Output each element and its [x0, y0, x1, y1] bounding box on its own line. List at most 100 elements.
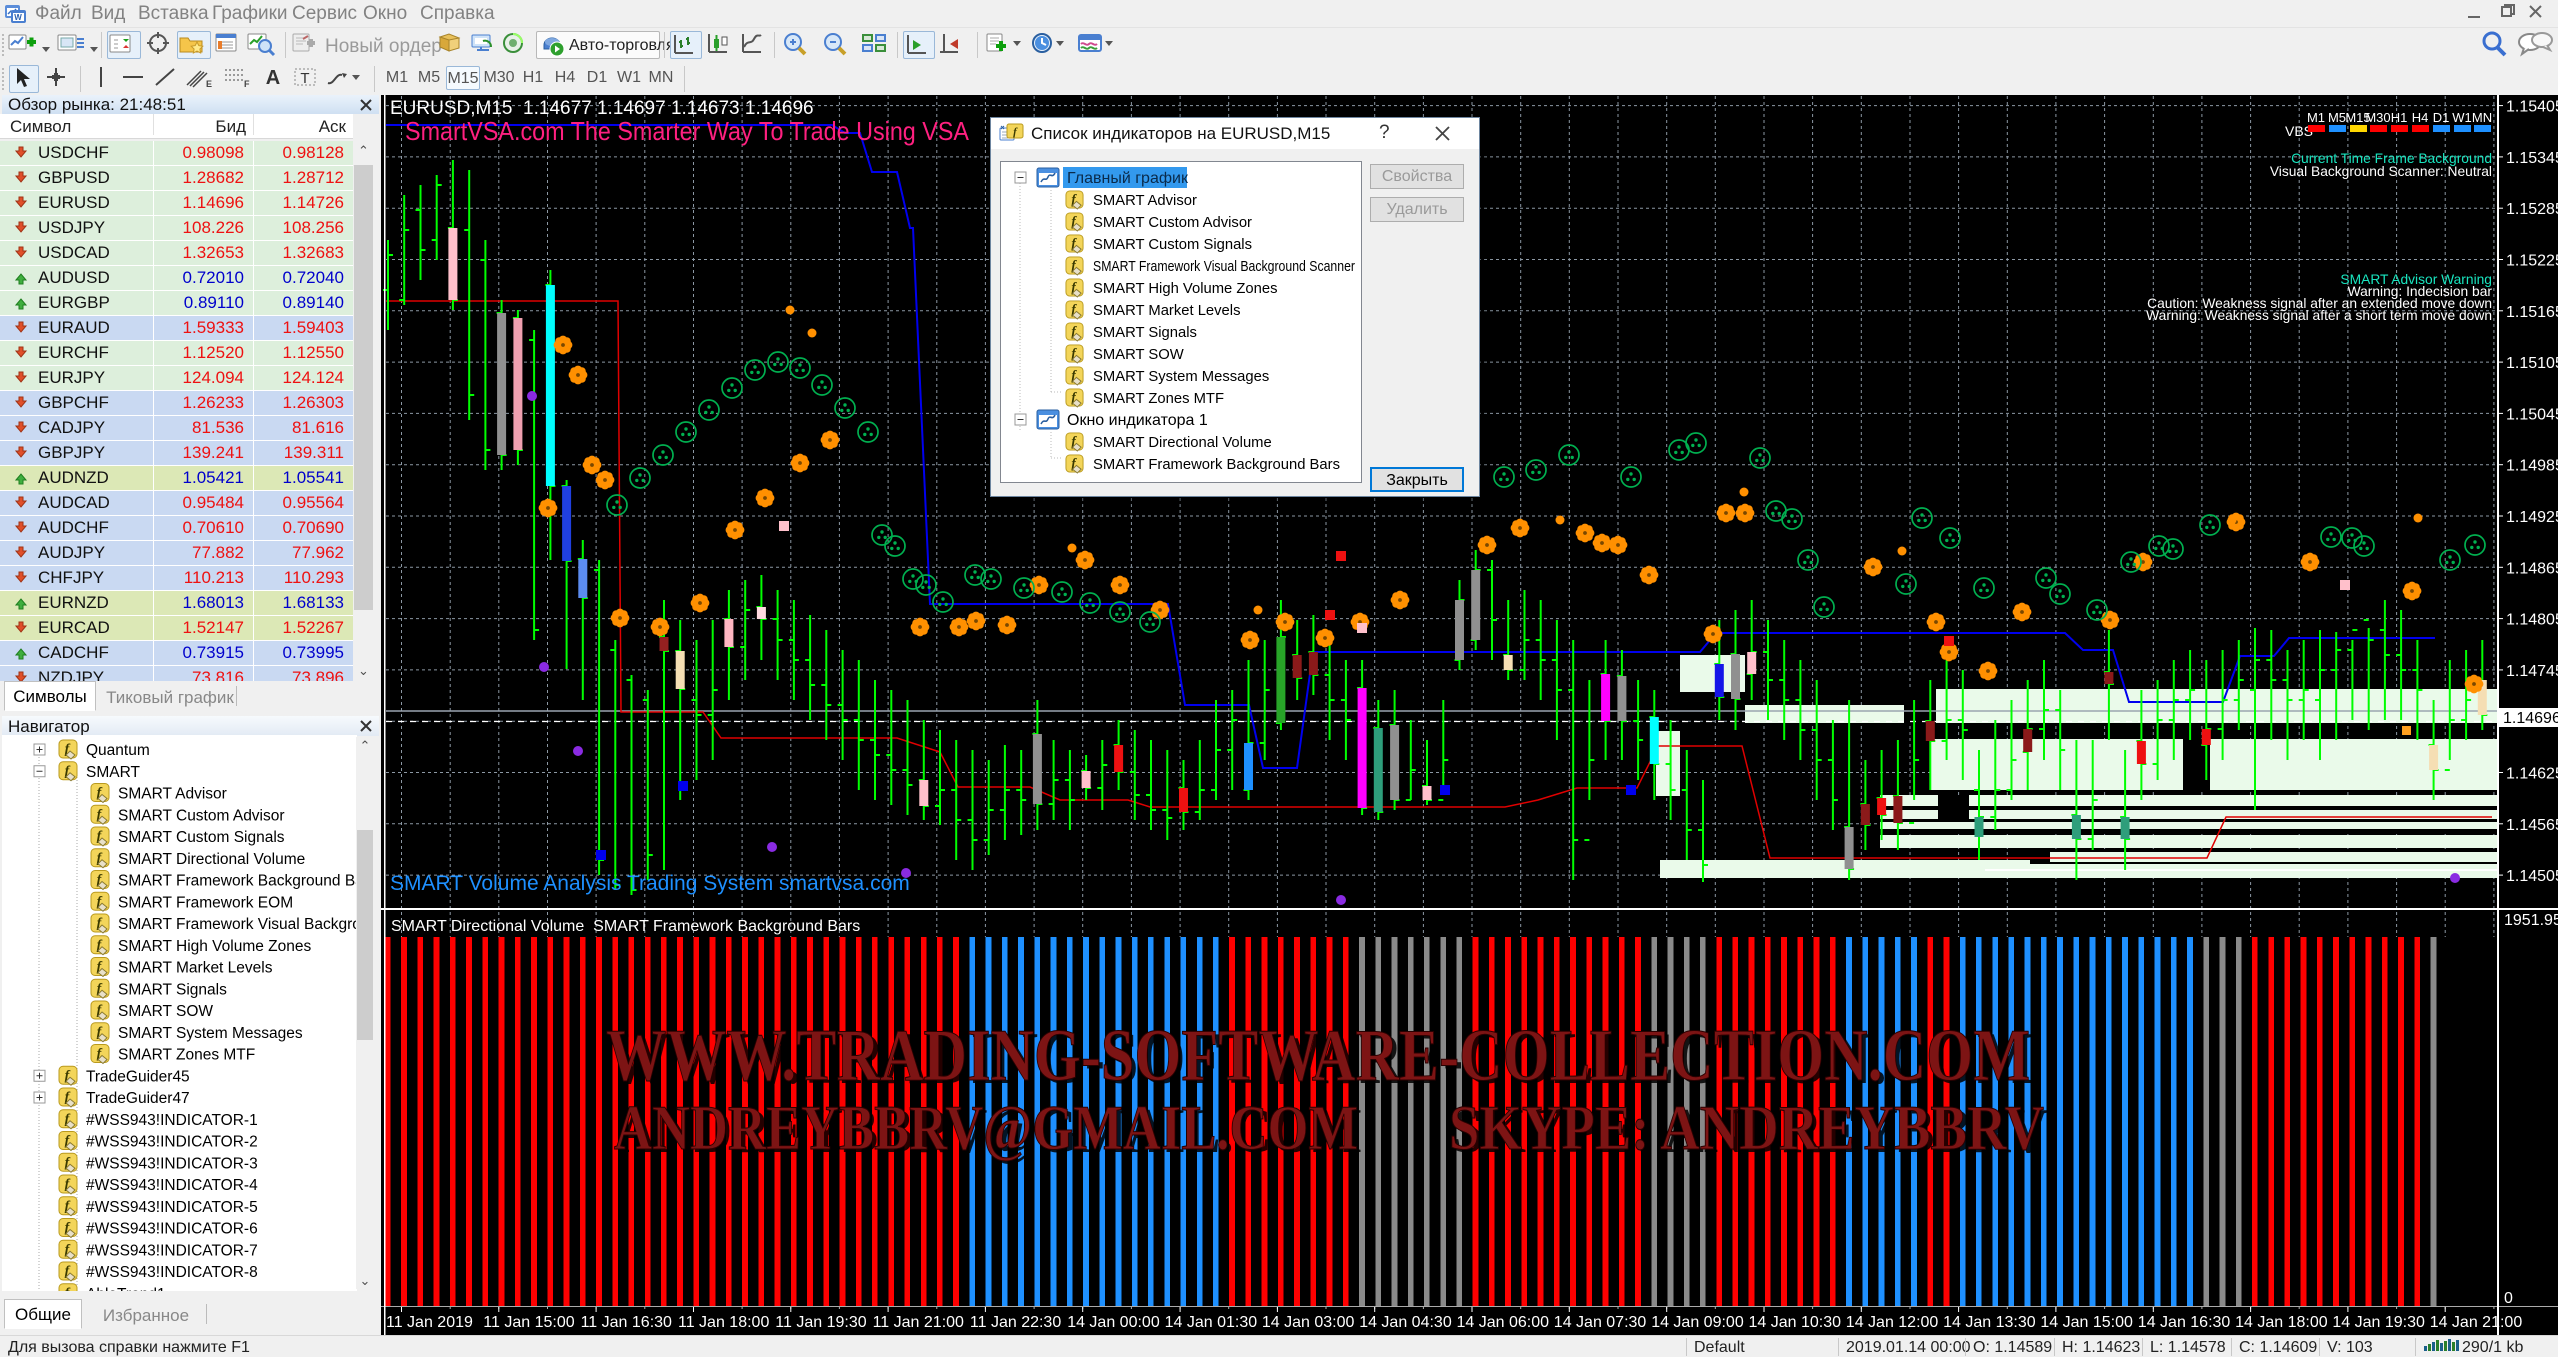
svg-text:SMART Signals: SMART Signals [118, 981, 227, 998]
svg-text:14 Jan 10:30: 14 Jan 10:30 [1749, 1314, 1842, 1331]
svg-text:1.14696: 1.14696 [2503, 710, 2558, 727]
svg-text:1.14865: 1.14865 [2506, 560, 2558, 577]
svg-text:SMART Custom Advisor: SMART Custom Advisor [1093, 215, 1252, 231]
svg-text:M5: M5 [2328, 110, 2346, 125]
svg-text:SMART SOW: SMART SOW [118, 1003, 213, 1020]
svg-text:11 Jan 15:00: 11 Jan 15:00 [483, 1314, 574, 1331]
svg-text:SMART Framework Background Bar: SMART Framework Background Bars [118, 873, 356, 890]
svg-text:14 Jan 18:00: 14 Jan 18:00 [2235, 1314, 2328, 1331]
svg-text:11 Jan 18:00: 11 Jan 18:00 [678, 1314, 769, 1331]
svg-text:Главный график: Главный график [1067, 170, 1189, 187]
svg-text:TradeGuider47: TradeGuider47 [86, 1090, 190, 1107]
svg-text:SMART Volume Analysis Trading: SMART Volume Analysis Trading System sma… [390, 872, 910, 895]
svg-text:#WSS943!INDICATOR-3: #WSS943!INDICATOR-3 [86, 1155, 258, 1172]
svg-text:11 Jan 21:00: 11 Jan 21:00 [873, 1314, 964, 1331]
svg-text:MN: MN [2472, 110, 2492, 125]
svg-text:SMART Advisor: SMART Advisor [118, 786, 227, 803]
svg-text:1.14985: 1.14985 [2506, 458, 2558, 475]
svg-text:M1: M1 [2307, 110, 2325, 125]
svg-text:1951.95: 1951.95 [2504, 912, 2558, 929]
svg-text:1.14745: 1.14745 [2506, 663, 2558, 680]
svg-text:1.15045: 1.15045 [2506, 406, 2558, 423]
svg-text:11 Jan 16:30: 11 Jan 16:30 [581, 1314, 672, 1331]
svg-text:SMART Directional Volume: SMART Directional Volume [118, 851, 305, 868]
svg-text:AbleTrend1: AbleTrend1 [86, 1286, 166, 1291]
svg-text:11 Jan 22:30: 11 Jan 22:30 [970, 1314, 1061, 1331]
svg-text:1.15165: 1.15165 [2506, 304, 2558, 321]
svg-text:SMART Signals: SMART Signals [1093, 325, 1197, 341]
svg-text:#WSS943!INDICATOR-2: #WSS943!INDICATOR-2 [86, 1134, 258, 1151]
svg-text:D1: D1 [2433, 110, 2450, 125]
svg-text:14 Jan 13:30: 14 Jan 13:30 [1943, 1314, 2036, 1331]
svg-text:1.15225: 1.15225 [2506, 253, 2558, 270]
svg-text:SMART Custom Advisor: SMART Custom Advisor [118, 807, 285, 824]
svg-text:14 Jan 16:30: 14 Jan 16:30 [2138, 1314, 2231, 1331]
svg-text:#WSS943!INDICATOR-1: #WSS943!INDICATOR-1 [86, 1112, 258, 1129]
svg-text:1.14625: 1.14625 [2506, 766, 2558, 783]
svg-text:14 Jan 21:00: 14 Jan 21:00 [2430, 1314, 2523, 1331]
svg-text:11 Jan 19:30: 11 Jan 19:30 [775, 1314, 866, 1331]
svg-text:14 Jan 01:30: 14 Jan 01:30 [1165, 1314, 1258, 1331]
svg-text:14 Jan 09:00: 14 Jan 09:00 [1651, 1314, 1744, 1331]
svg-text:T: T [300, 70, 309, 87]
svg-text:TradeGuider45: TradeGuider45 [86, 1068, 190, 1085]
svg-text:SMART Directional Volume: SMART Directional Volume [1093, 435, 1272, 451]
svg-text:11 Jan 2019: 11 Jan 2019 [386, 1314, 473, 1331]
svg-text:Quantum: Quantum [86, 742, 150, 759]
svg-text:14 Jan 00:00: 14 Jan 00:00 [1067, 1314, 1160, 1331]
svg-text:Окно индикатора 1: Окно индикатора 1 [1067, 412, 1208, 429]
svg-text:SMART: SMART [86, 764, 141, 781]
svg-text:14 Jan 07:30: 14 Jan 07:30 [1554, 1314, 1647, 1331]
svg-text:1.14805: 1.14805 [2506, 612, 2558, 629]
svg-text:SMART Framework Visual Backgro: SMART Framework Visual Background Scanne… [1093, 259, 1355, 275]
svg-text:SMART Custom Signals: SMART Custom Signals [1093, 237, 1252, 253]
svg-text:SMART Framework Background Bar: SMART Framework Background Bars [1093, 457, 1340, 473]
svg-text:1.14505: 1.14505 [2506, 868, 2558, 885]
svg-text:SMART Market Levels: SMART Market Levels [118, 960, 273, 977]
svg-text:SMART System Messages: SMART System Messages [118, 1025, 303, 1042]
svg-text:#WSS943!INDICATOR-5: #WSS943!INDICATOR-5 [86, 1199, 258, 1216]
svg-text:14 Jan 15:00: 14 Jan 15:00 [2040, 1314, 2133, 1331]
svg-text:14 Jan 06:00: 14 Jan 06:00 [1457, 1314, 1550, 1331]
svg-text:ANDREYBBRV@GMAIL.COM: ANDREYBBRV@GMAIL.COM [614, 1092, 1358, 1163]
svg-text:H4: H4 [2412, 110, 2429, 125]
svg-text:#WSS943!INDICATOR-8: #WSS943!INDICATOR-8 [86, 1264, 258, 1281]
svg-text:#WSS943!INDICATOR-7: #WSS943!INDICATOR-7 [86, 1242, 258, 1259]
svg-text:1.15345: 1.15345 [2506, 150, 2558, 167]
svg-text:WWW.TRADING-SOFTWARE-COLLECTIO: WWW.TRADING-SOFTWARE-COLLECTION.COM [606, 1015, 2030, 1097]
svg-text:SMART High Volume Zones: SMART High Volume Zones [118, 938, 312, 955]
svg-text:SMART Framework EOM: SMART Framework EOM [118, 894, 293, 911]
svg-text:E: E [206, 79, 212, 89]
svg-text:SMART SOW: SMART SOW [1093, 347, 1184, 363]
svg-text:W1: W1 [2452, 110, 2472, 125]
svg-text:SKYPE: ANDREYBBRV: SKYPE: ANDREYBBRV [1449, 1092, 2044, 1163]
svg-text:1.15405: 1.15405 [2506, 99, 2558, 116]
svg-text:M30: M30 [2365, 110, 2390, 125]
svg-text:SMART Custom Signals: SMART Custom Signals [118, 829, 285, 846]
svg-text:SMART Framework Visual Backgro: SMART Framework Visual Backgroun [118, 916, 356, 933]
svg-text:#WSS943!INDICATOR-4: #WSS943!INDICATOR-4 [86, 1177, 258, 1194]
svg-text:14 Jan 04:30: 14 Jan 04:30 [1359, 1314, 1452, 1331]
svg-text:#WSS943!INDICATOR-6: #WSS943!INDICATOR-6 [86, 1221, 258, 1238]
svg-text:1.15105: 1.15105 [2506, 355, 2558, 372]
svg-text:SMART Zones MTF: SMART Zones MTF [1093, 391, 1224, 407]
svg-text:SmartVSA.com The Smarter Way T: SmartVSA.com The Smarter Way To Trade Us… [405, 116, 970, 146]
svg-text:SMART Market Levels: SMART Market Levels [1093, 303, 1240, 319]
svg-text:0: 0 [2504, 1290, 2513, 1307]
svg-text:SMART Zones MTF: SMART Zones MTF [118, 1047, 255, 1064]
svg-text:H1: H1 [2391, 110, 2408, 125]
svg-text:W: W [14, 13, 22, 22]
svg-text:14 Jan 03:00: 14 Jan 03:00 [1262, 1314, 1355, 1331]
svg-text:Warning: Weakness signal after: Warning: Weakness signal after a short t… [2146, 308, 2492, 323]
svg-text:F: F [244, 79, 250, 89]
svg-text:1.14565: 1.14565 [2506, 817, 2558, 834]
svg-text:14 Jan 19:30: 14 Jan 19:30 [2332, 1314, 2425, 1331]
svg-text:SMART Directional Volume SMAR: SMART Directional Volume SMART Framework… [391, 918, 860, 935]
svg-text:SMART Advisor: SMART Advisor [1093, 193, 1197, 209]
svg-text:SMART System Messages: SMART System Messages [1093, 369, 1269, 385]
svg-text:SMART High Volume Zones: SMART High Volume Zones [1093, 281, 1278, 297]
svg-text:14 Jan 12:00: 14 Jan 12:00 [1846, 1314, 1939, 1331]
svg-text:Visual Background Scanner: Neu: Visual Background Scanner: Neutral [2270, 164, 2492, 179]
svg-text:1.15285: 1.15285 [2506, 201, 2558, 218]
svg-text:A: A [266, 67, 280, 89]
